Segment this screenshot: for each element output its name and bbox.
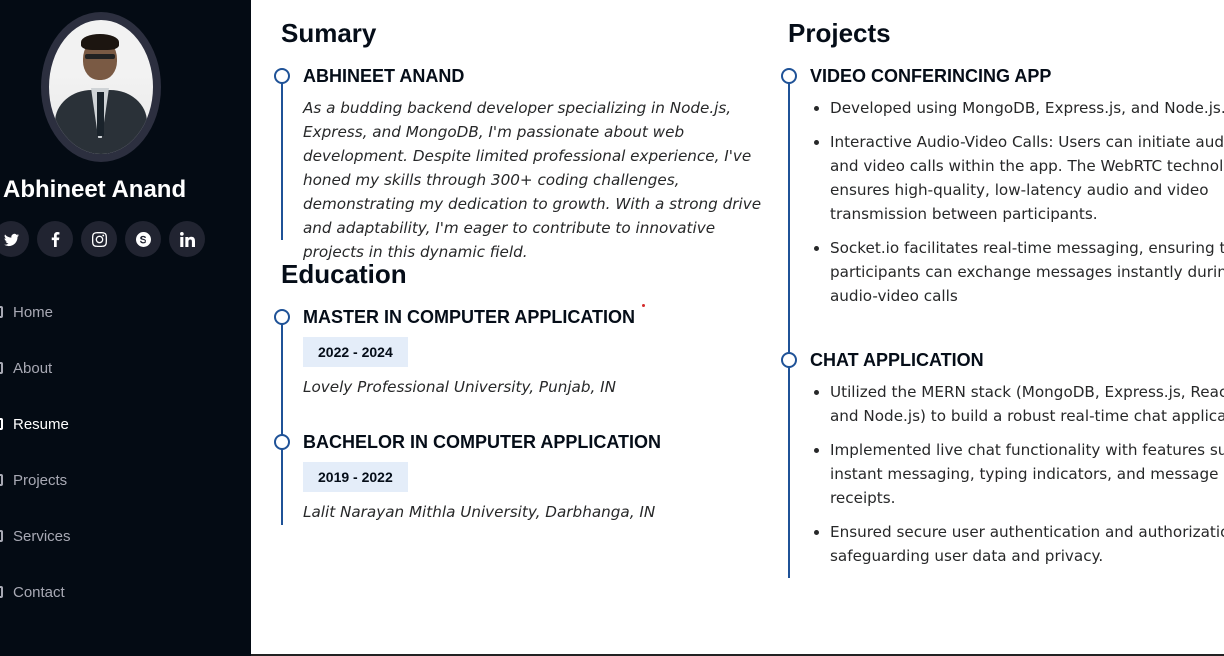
education-timeline <box>281 317 283 525</box>
profile-name[interactable]: Abhineet Anand <box>3 176 186 204</box>
nav-label: Services <box>13 527 71 545</box>
timeline-dot <box>781 352 797 368</box>
file-icon <box>0 416 7 432</box>
timeline-dot <box>274 434 290 450</box>
projects-heading: Projects <box>788 18 891 48</box>
home-icon <box>0 304 7 320</box>
server-icon <box>0 528 7 544</box>
education-title-bachelor: BACHELOR IN COMPUTER APPLICATION <box>303 432 661 452</box>
timeline-dot <box>274 309 290 325</box>
timeline-dot <box>781 68 797 84</box>
nav-label: Resume <box>13 415 69 433</box>
profile-avatar <box>41 12 161 162</box>
date-badge: 2022 - 2024 <box>303 337 408 367</box>
instagram-icon[interactable] <box>81 221 117 257</box>
institution-name: Lovely Professional University, Punjab, … <box>303 378 616 396</box>
list-item: Socket.io facilitates real-time messagin… <box>830 236 1224 308</box>
list-item: Interactive Audio-Video Calls: Users can… <box>830 130 1224 226</box>
summary-heading: Sumary <box>281 18 377 48</box>
nav-item-contact[interactable]: Contact <box>0 580 65 604</box>
projects-timeline <box>788 76 790 578</box>
nav-item-home[interactable]: Home <box>0 300 53 324</box>
linkedin-icon[interactable] <box>169 221 205 257</box>
date-badge: 2019 - 2022 <box>303 462 408 492</box>
project-title-video: VIDEO CONFERINCING APP <box>810 66 1052 86</box>
list-item: Developed using MongoDB, Express.js, and… <box>830 96 1224 120</box>
list-item: Implemented live chat functionality with… <box>830 438 1224 510</box>
project-title-chat: CHAT APPLICATION <box>810 350 984 370</box>
nav-label: About <box>13 359 53 377</box>
list-item: Ensured secure user authentication and a… <box>830 520 1224 568</box>
cursor-dot <box>642 304 645 307</box>
timeline-dot <box>274 68 290 84</box>
person-icon <box>0 360 7 376</box>
project-bullets-chat: Utilized the MERN stack (MongoDB, Expres… <box>810 380 1224 578</box>
summary-timeline <box>281 76 283 240</box>
nav-item-resume[interactable]: Resume <box>0 412 69 436</box>
envelope-icon <box>0 584 7 600</box>
sidebar: Abhineet Anand Home About Resume Project… <box>0 0 251 656</box>
nav-label: Contact <box>13 583 65 601</box>
twitter-icon[interactable] <box>0 221 29 257</box>
facebook-icon[interactable] <box>37 221 73 257</box>
project-bullets-video: Developed using MongoDB, Express.js, and… <box>810 96 1224 318</box>
nav-label: Projects <box>13 471 68 489</box>
nav-item-services[interactable]: Services <box>0 524 71 548</box>
summary-title: ABHINEET ANAND <box>303 66 465 86</box>
list-item: Utilized the MERN stack (MongoDB, Expres… <box>830 380 1224 428</box>
education-heading: Education <box>281 259 407 289</box>
summary-text: As a budding backend developer specializ… <box>303 99 762 261</box>
nav-label: Home <box>13 303 54 321</box>
book-icon <box>0 472 7 488</box>
skype-icon[interactable] <box>125 221 161 257</box>
education-title-master: MASTER IN COMPUTER APPLICATION <box>303 307 635 327</box>
institution-name: Lalit Narayan Mithla University, Darbhan… <box>303 503 656 521</box>
nav-item-projects[interactable]: Projects <box>0 468 67 492</box>
nav-item-about[interactable]: About <box>0 356 52 380</box>
